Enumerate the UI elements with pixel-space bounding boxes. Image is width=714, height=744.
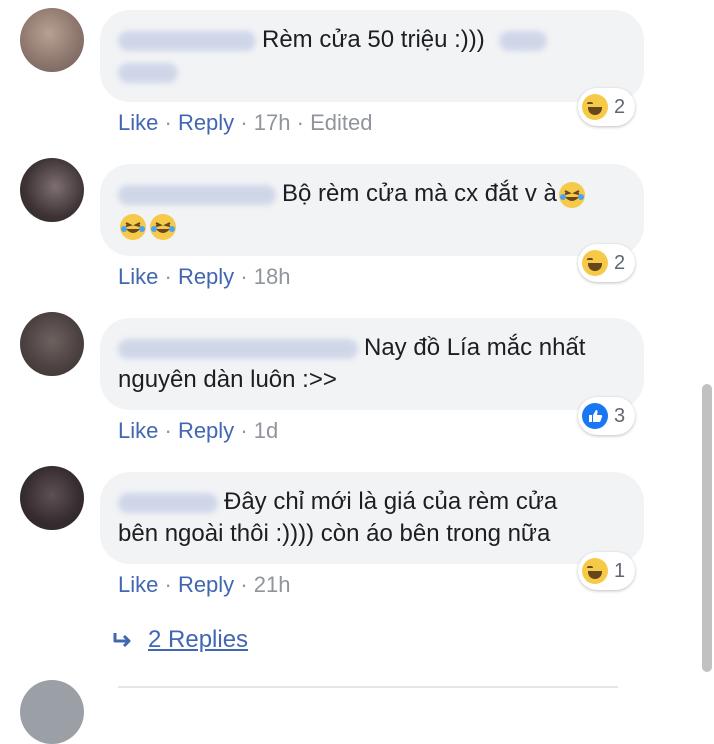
comment-actions: Like · Reply · 17h · Edited [118, 110, 372, 136]
blurred-tagged-name[interactable] [499, 30, 548, 51]
avatar[interactable] [20, 466, 84, 530]
comment-text: Rèm cửa 50 triệu :))) [262, 26, 485, 53]
comment-bubble: Bộ rèm cửa mà cx đắt v à [100, 164, 644, 256]
reaction-summary[interactable]: 2 [578, 88, 636, 126]
reaction-summary[interactable]: 2 [578, 244, 636, 282]
comment-text-line1: Nay đồ Lía mắc nhất [364, 334, 586, 361]
like-link[interactable]: Like [118, 418, 158, 443]
comment-bubble: Đây chỉ mới là giá của rèm cửa bên ngoài… [100, 472, 644, 564]
comment-text-line2: nguyên dàn luôn :>> [118, 366, 337, 393]
comment-time[interactable]: 17h [254, 110, 291, 135]
laughing-tears-icon [150, 213, 176, 240]
scrollbar-thumb[interactable] [702, 384, 712, 672]
comment-bubble: Nay đồ Lía mắc nhất nguyên dàn luôn :>> [100, 318, 644, 410]
like-link[interactable]: Like [118, 572, 158, 597]
reaction-summary[interactable]: 3 [578, 397, 636, 435]
separator: · [296, 110, 304, 135]
blurred-author-name[interactable] [118, 338, 358, 359]
like-link[interactable]: Like [118, 110, 158, 135]
blurred-author-name[interactable] [118, 30, 256, 51]
separator: · [240, 110, 248, 135]
laugh-icon [582, 250, 608, 276]
reaction-count: 1 [614, 559, 626, 582]
comment-actions: Like · Reply · 21h [118, 572, 290, 598]
reply-link[interactable]: Reply [178, 418, 234, 443]
separator: · [240, 572, 248, 597]
laugh-icon [582, 558, 608, 584]
comment-time[interactable]: 1d [254, 418, 278, 443]
comment-actions: Like · Reply · 1d [118, 418, 278, 444]
reply-link[interactable]: Reply [178, 110, 234, 135]
blurred-author-name[interactable] [118, 184, 276, 205]
reply-arrow-icon [113, 633, 131, 648]
comment-text-line2: bên ngoài thôi :)))) còn áo bên trong nữ… [118, 520, 551, 547]
separator: · [164, 110, 172, 135]
avatar[interactable] [20, 158, 84, 222]
reaction-summary[interactable]: 1 [578, 552, 636, 590]
blurred-tagged-name[interactable] [118, 62, 178, 83]
comment-time[interactable]: 21h [254, 572, 291, 597]
separator: · [164, 572, 172, 597]
reaction-count: 2 [614, 95, 626, 118]
separator: · [164, 264, 172, 289]
comment-bubble: Rèm cửa 50 triệu :))) [100, 10, 644, 102]
like-link[interactable]: Like [118, 264, 158, 289]
separator: · [240, 264, 248, 289]
laughing-tears-icon [558, 181, 585, 208]
avatar[interactable] [20, 312, 84, 376]
laugh-icon [582, 94, 608, 120]
next-comment-avatar[interactable] [20, 680, 84, 744]
comment-time[interactable]: 18h [254, 264, 291, 289]
like-icon [582, 403, 608, 429]
comment-actions: Like · Reply · 18h [118, 264, 290, 290]
reply-link[interactable]: Reply [178, 264, 234, 289]
reply-link[interactable]: Reply [178, 572, 234, 597]
separator: · [164, 418, 172, 443]
replies-count-label[interactable]: 2 Replies [148, 626, 248, 654]
reaction-count: 2 [614, 251, 626, 274]
comment-text-line1: Đây chỉ mới là giá của rèm cửa [224, 488, 558, 515]
blurred-author-name[interactable] [118, 492, 218, 513]
avatar[interactable] [20, 8, 84, 72]
reaction-count: 3 [614, 404, 626, 427]
comment-text: Bộ rèm cửa mà cx đắt v à [282, 180, 557, 207]
view-replies-link[interactable]: 2 Replies [112, 626, 248, 654]
laughing-tears-icon [120, 213, 146, 240]
separator: · [240, 418, 248, 443]
edited-label[interactable]: Edited [310, 110, 372, 135]
